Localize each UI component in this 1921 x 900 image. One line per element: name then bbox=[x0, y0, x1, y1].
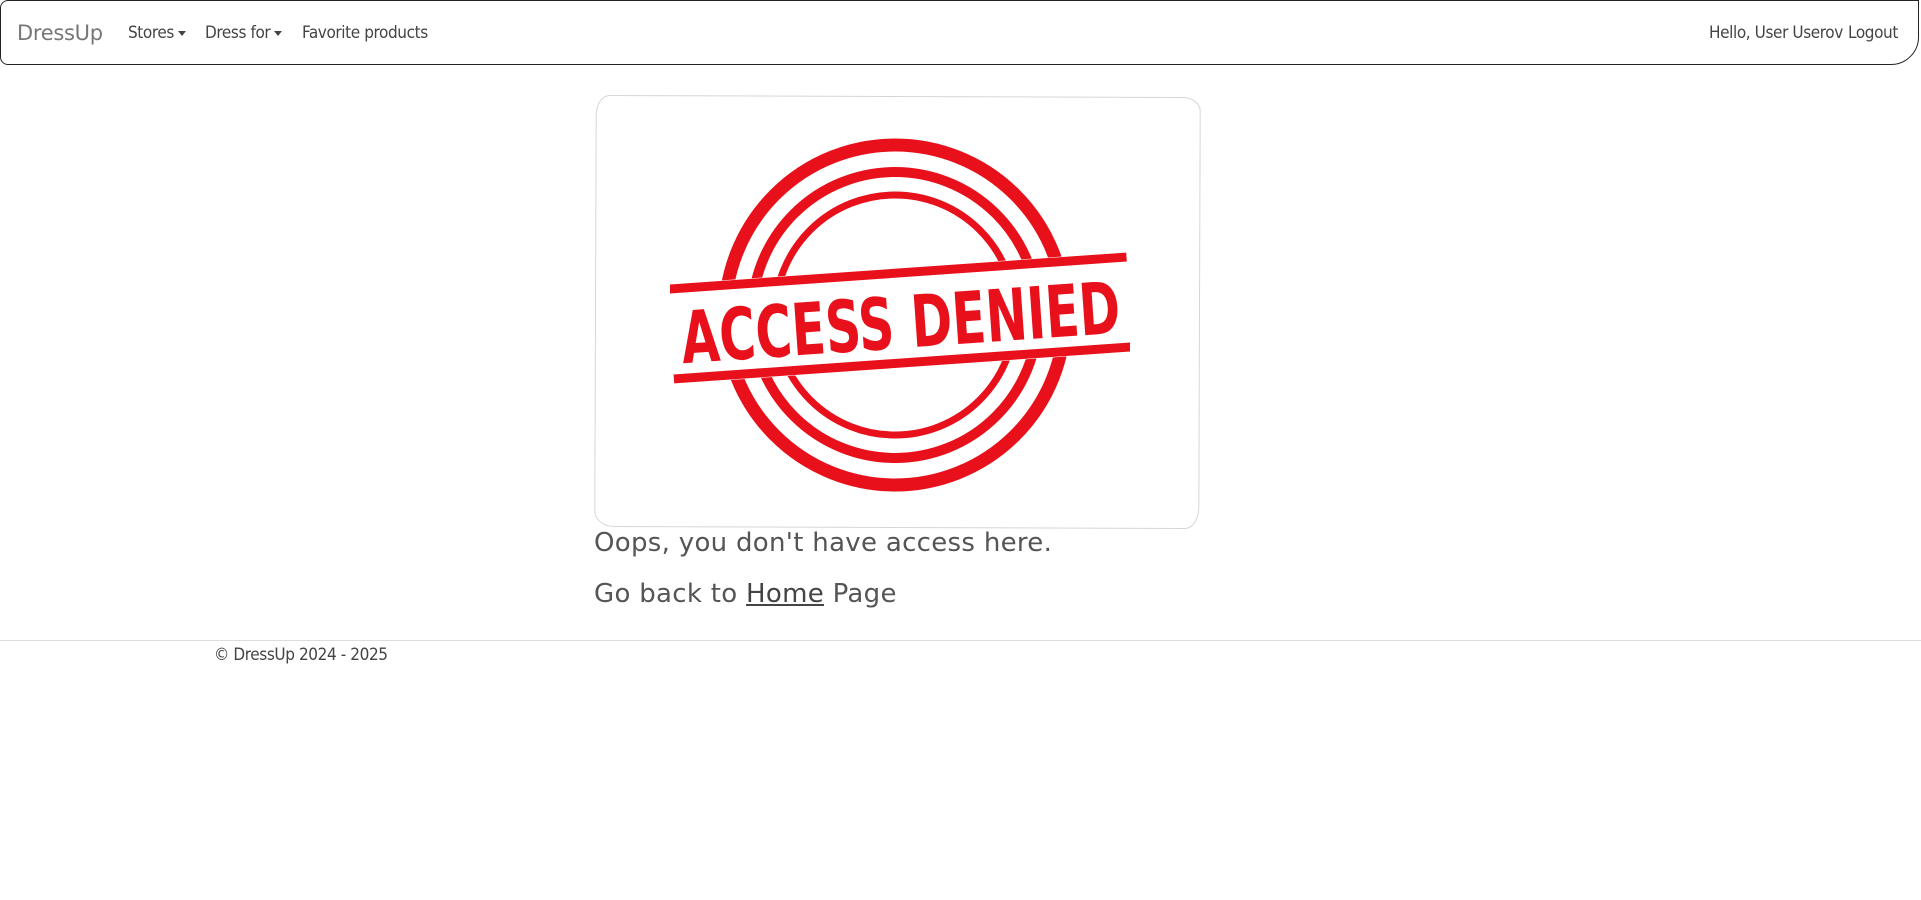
logout-button[interactable]: Logout bbox=[1848, 23, 1898, 43]
caret-down-icon bbox=[177, 30, 186, 36]
go-back-prefix: Go back to bbox=[594, 579, 747, 609]
nav-favorite-products[interactable]: Favorite products bbox=[302, 23, 428, 43]
user-greeting-link[interactable]: Hello, User Userov bbox=[1709, 23, 1843, 43]
logout-label: Logout bbox=[1848, 23, 1898, 43]
go-back-suffix: Page bbox=[824, 579, 897, 609]
nav-stores-label: Stores bbox=[128, 23, 174, 43]
nav-dress-for-label: Dress for bbox=[205, 23, 271, 43]
footer-copyright: © DressUp 2024 - 2025 bbox=[214, 645, 388, 665]
user-greeting-label: Hello, User Userov bbox=[1709, 23, 1843, 43]
go-back-line: Go back to Home Page bbox=[594, 579, 897, 609]
footer-divider bbox=[0, 640, 1921, 641]
brand-link[interactable]: DressUp bbox=[17, 21, 103, 45]
home-link[interactable]: Home bbox=[746, 579, 824, 609]
error-message: Oops, you don't have access here. bbox=[594, 528, 1053, 558]
nav-favorite-products-label: Favorite products bbox=[302, 23, 428, 43]
caret-down-icon bbox=[274, 30, 283, 36]
nav-stores-dropdown[interactable]: Stores bbox=[128, 23, 186, 43]
top-navbar: DressUp Stores Dress for Favorite produc… bbox=[0, 0, 1919, 65]
nav-dress-for-dropdown[interactable]: Dress for bbox=[205, 23, 283, 43]
access-denied-stamp-image: ACCESS DENIED bbox=[670, 138, 1130, 492]
